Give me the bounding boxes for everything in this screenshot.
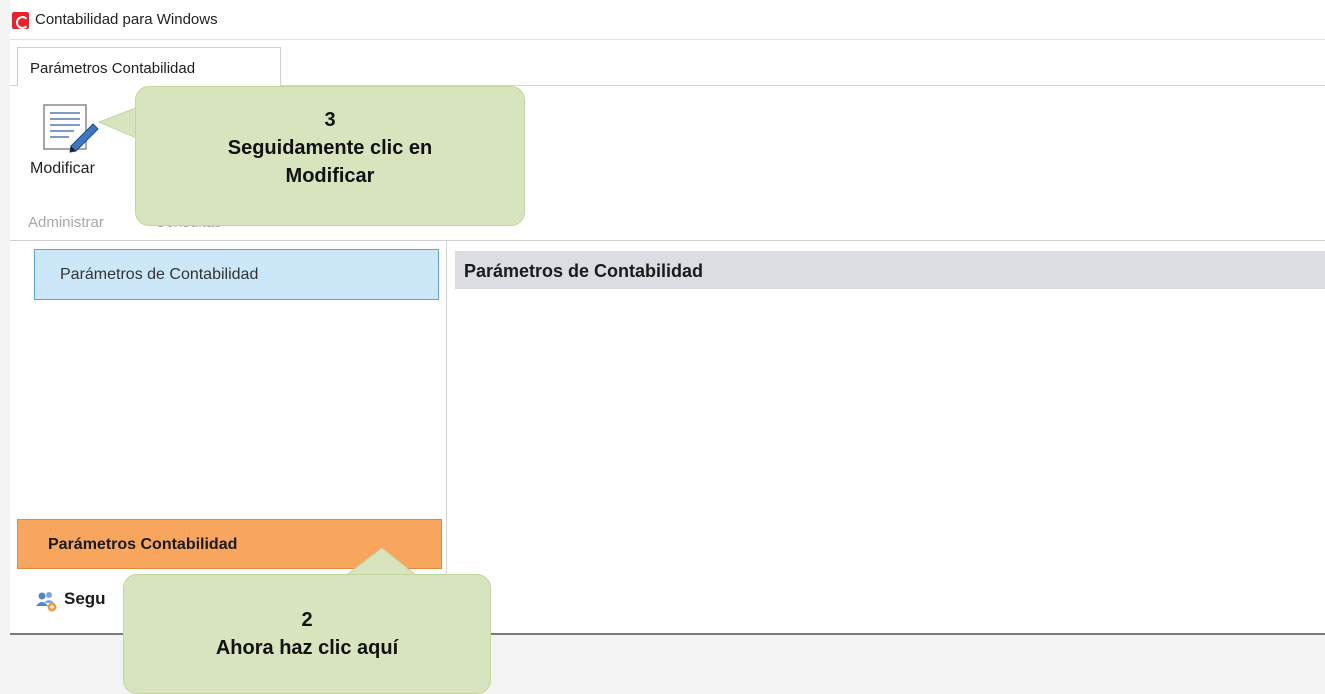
users-gear-icon	[36, 592, 57, 612]
sidebar-section-seguridad-label: Segu	[64, 589, 106, 608]
modify-button-label: Modificar	[30, 160, 95, 177]
content-panel: Parámetros de Contabilidad	[447, 241, 1325, 634]
window-title: Contabilidad para Windows	[35, 11, 218, 28]
content-header: Parámetros de Contabilidad	[455, 251, 1325, 289]
callout-3-number: 3	[324, 109, 336, 131]
callout-2-line1: Ahora haz clic aquí	[215, 637, 399, 659]
callout-2-number: 2	[301, 609, 313, 631]
callout-3-line1: Seguidamente clic en	[227, 137, 433, 159]
edit-document-icon	[43, 104, 99, 153]
ribbon-group-label: Administrar	[28, 214, 104, 231]
sidebar-item-parametros-de-contabilidad[interactable]: Parámetros de Contabilidad	[34, 249, 439, 300]
callout-step-3: 3 Seguidamente clic en Modificar	[135, 86, 525, 226]
app-logo-icon	[12, 12, 29, 29]
callout-3-line2: Modificar	[285, 165, 375, 187]
title-bar: Contabilidad para Windows	[10, 0, 1325, 40]
tab-parametros-contabilidad[interactable]: Parámetros Contabilidad	[17, 47, 281, 87]
tab-strip: Parámetros Contabilidad	[10, 40, 1325, 87]
callout-step-2: 2 Ahora haz clic aquí	[123, 574, 491, 694]
